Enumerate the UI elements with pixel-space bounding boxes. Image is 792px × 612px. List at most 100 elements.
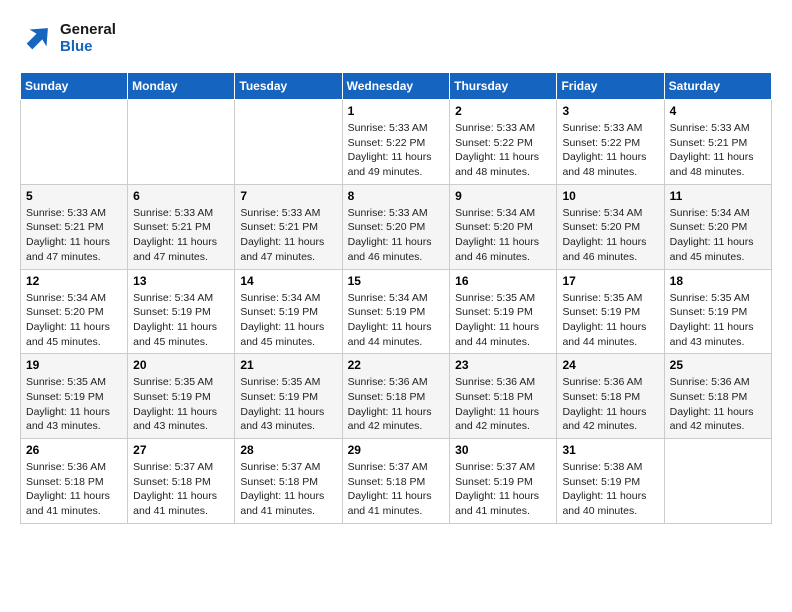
day-info: Sunrise: 5:33 AM Sunset: 5:20 PM Dayligh… — [348, 206, 445, 265]
calendar-day-30: 30 Sunrise: 5:37 AM Sunset: 5:19 PM Dayli… — [450, 439, 557, 524]
day-number: 17 — [562, 274, 658, 288]
calendar-day-16: 16 Sunrise: 5:35 AM Sunset: 5:19 PM Dayli… — [450, 269, 557, 354]
logo-svg-icon — [20, 20, 56, 56]
day-info: Sunrise: 5:34 AM Sunset: 5:20 PM Dayligh… — [562, 206, 658, 265]
day-info: Sunrise: 5:33 AM Sunset: 5:21 PM Dayligh… — [26, 206, 122, 265]
calendar-week-row: 1 Sunrise: 5:33 AM Sunset: 5:22 PM Daylig… — [21, 100, 772, 185]
calendar-table: SundayMondayTuesdayWednesdayThursdayFrid… — [20, 72, 772, 524]
day-info: Sunrise: 5:35 AM Sunset: 5:19 PM Dayligh… — [455, 291, 551, 350]
calendar-day-28: 28 Sunrise: 5:37 AM Sunset: 5:18 PM Dayli… — [235, 439, 342, 524]
calendar-day-25: 25Sunrise: 5:36 AM Sunset: 5:18 PM Dayli… — [664, 354, 771, 439]
logo-line1: General — [60, 21, 116, 38]
day-info: Sunrise: 5:37 AM Sunset: 5:18 PM Dayligh… — [348, 460, 445, 519]
calendar-day-22: 22 Sunrise: 5:36 AM Sunset: 5:18 PM Dayli… — [342, 354, 450, 439]
day-number: 14 — [240, 274, 336, 288]
calendar-day-11: 11 Sunrise: 5:34 AM Sunset: 5:20 PM Dayli… — [664, 184, 771, 269]
calendar-day-7: 7Sunrise: 5:33 AM Sunset: 5:21 PM Daylig… — [235, 184, 342, 269]
calendar-header-friday: Friday — [557, 73, 664, 100]
day-number: 20 — [133, 358, 229, 372]
day-info: Sunrise: 5:35 AM Sunset: 5:19 PM Dayligh… — [670, 291, 766, 350]
calendar-day-26: 26 Sunrise: 5:36 AM Sunset: 5:18 PM Dayli… — [21, 439, 128, 524]
calendar-day-10: 10 Sunrise: 5:34 AM Sunset: 5:20 PM Dayli… — [557, 184, 664, 269]
day-info: Sunrise: 5:33 AM Sunset: 5:22 PM Dayligh… — [562, 121, 658, 180]
day-info: Sunrise: 5:35 AM Sunset: 5:19 PM Dayligh… — [240, 375, 336, 434]
day-number: 24 — [562, 358, 658, 372]
day-number: 27 — [133, 443, 229, 457]
day-info: Sunrise: 5:33 AM Sunset: 5:22 PM Dayligh… — [348, 121, 445, 180]
day-number: 28 — [240, 443, 336, 457]
day-number: 23 — [455, 358, 551, 372]
day-number: 3 — [562, 104, 658, 118]
day-number: 1 — [348, 104, 445, 118]
calendar-day-31: 31 Sunrise: 5:38 AM Sunset: 5:19 PM Dayli… — [557, 439, 664, 524]
day-info: Sunrise: 5:35 AM Sunset: 5:19 PM Dayligh… — [562, 291, 658, 350]
calendar-header-tuesday: Tuesday — [235, 73, 342, 100]
day-info: Sunrise: 5:33 AM Sunset: 5:22 PM Dayligh… — [455, 121, 551, 180]
calendar-empty-cell — [664, 439, 771, 524]
calendar-day-15: 15 Sunrise: 5:34 AM Sunset: 5:19 PM Dayli… — [342, 269, 450, 354]
day-number: 2 — [455, 104, 551, 118]
calendar-day-23: 23 Sunrise: 5:36 AM Sunset: 5:18 PM Dayli… — [450, 354, 557, 439]
calendar-day-24: 24 Sunrise: 5:36 AM Sunset: 5:18 PM Dayli… — [557, 354, 664, 439]
day-number: 13 — [133, 274, 229, 288]
calendar-day-1: 1 Sunrise: 5:33 AM Sunset: 5:22 PM Daylig… — [342, 100, 450, 185]
day-number: 10 — [562, 189, 658, 203]
page-header: General Blue General Blue — [20, 20, 772, 56]
day-number: 29 — [348, 443, 445, 457]
calendar-day-19: 19 Sunrise: 5:35 AM Sunset: 5:19 PM Dayli… — [21, 354, 128, 439]
day-info: Sunrise: 5:36 AM Sunset: 5:18 PM Dayligh… — [26, 460, 122, 519]
calendar-day-4: 4Sunrise: 5:33 AM Sunset: 5:21 PM Daylig… — [664, 100, 771, 185]
day-info: Sunrise: 5:37 AM Sunset: 5:18 PM Dayligh… — [240, 460, 336, 519]
day-number: 8 — [348, 189, 445, 203]
calendar-day-6: 6Sunrise: 5:33 AM Sunset: 5:21 PM Daylig… — [128, 184, 235, 269]
day-info: Sunrise: 5:38 AM Sunset: 5:19 PM Dayligh… — [562, 460, 658, 519]
calendar-day-5: 5 Sunrise: 5:33 AM Sunset: 5:21 PM Daylig… — [21, 184, 128, 269]
day-number: 4 — [670, 104, 766, 118]
day-number: 30 — [455, 443, 551, 457]
day-number: 16 — [455, 274, 551, 288]
calendar-header-thursday: Thursday — [450, 73, 557, 100]
calendar-week-row: 26 Sunrise: 5:36 AM Sunset: 5:18 PM Dayli… — [21, 439, 772, 524]
day-number: 11 — [670, 189, 766, 203]
calendar-header-sunday: Sunday — [21, 73, 128, 100]
logo: General Blue General Blue — [20, 20, 116, 56]
calendar-header-row: SundayMondayTuesdayWednesdayThursdayFrid… — [21, 73, 772, 100]
logo-line2: Blue — [60, 38, 116, 55]
day-number: 6 — [133, 189, 229, 203]
calendar-day-21: 21 Sunrise: 5:35 AM Sunset: 5:19 PM Dayli… — [235, 354, 342, 439]
day-number: 15 — [348, 274, 445, 288]
day-info: Sunrise: 5:37 AM Sunset: 5:19 PM Dayligh… — [455, 460, 551, 519]
day-number: 9 — [455, 189, 551, 203]
day-info: Sunrise: 5:34 AM Sunset: 5:19 PM Dayligh… — [240, 291, 336, 350]
day-info: Sunrise: 5:34 AM Sunset: 5:20 PM Dayligh… — [670, 206, 766, 265]
day-info: Sunrise: 5:34 AM Sunset: 5:20 PM Dayligh… — [455, 206, 551, 265]
day-info: Sunrise: 5:36 AM Sunset: 5:18 PM Dayligh… — [562, 375, 658, 434]
calendar-day-17: 17 Sunrise: 5:35 AM Sunset: 5:19 PM Dayli… — [557, 269, 664, 354]
calendar-day-18: 18 Sunrise: 5:35 AM Sunset: 5:19 PM Dayli… — [664, 269, 771, 354]
calendar-day-13: 13Sunrise: 5:34 AM Sunset: 5:19 PM Dayli… — [128, 269, 235, 354]
day-info: Sunrise: 5:34 AM Sunset: 5:20 PM Dayligh… — [26, 291, 122, 350]
calendar-empty-cell — [128, 100, 235, 185]
day-number: 25 — [670, 358, 766, 372]
day-number: 18 — [670, 274, 766, 288]
calendar-day-12: 12 Sunrise: 5:34 AM Sunset: 5:20 PM Dayli… — [21, 269, 128, 354]
day-info: Sunrise: 5:35 AM Sunset: 5:19 PM Dayligh… — [26, 375, 122, 434]
calendar-week-row: 19 Sunrise: 5:35 AM Sunset: 5:19 PM Dayli… — [21, 354, 772, 439]
calendar-empty-cell — [21, 100, 128, 185]
day-number: 21 — [240, 358, 336, 372]
calendar-header-monday: Monday — [128, 73, 235, 100]
calendar-day-14: 14 Sunrise: 5:34 AM Sunset: 5:19 PM Dayli… — [235, 269, 342, 354]
day-info: Sunrise: 5:34 AM Sunset: 5:19 PM Dayligh… — [348, 291, 445, 350]
day-number: 19 — [26, 358, 122, 372]
day-number: 31 — [562, 443, 658, 457]
day-info: Sunrise: 5:37 AM Sunset: 5:18 PM Dayligh… — [133, 460, 229, 519]
day-info: Sunrise: 5:36 AM Sunset: 5:18 PM Dayligh… — [348, 375, 445, 434]
calendar-day-20: 20Sunrise: 5:35 AM Sunset: 5:19 PM Dayli… — [128, 354, 235, 439]
calendar-day-8: 8 Sunrise: 5:33 AM Sunset: 5:20 PM Daylig… — [342, 184, 450, 269]
day-number: 22 — [348, 358, 445, 372]
day-number: 7 — [240, 189, 336, 203]
day-number: 12 — [26, 274, 122, 288]
day-info: Sunrise: 5:36 AM Sunset: 5:18 PM Dayligh… — [455, 375, 551, 434]
day-number: 26 — [26, 443, 122, 457]
day-number: 5 — [26, 189, 122, 203]
